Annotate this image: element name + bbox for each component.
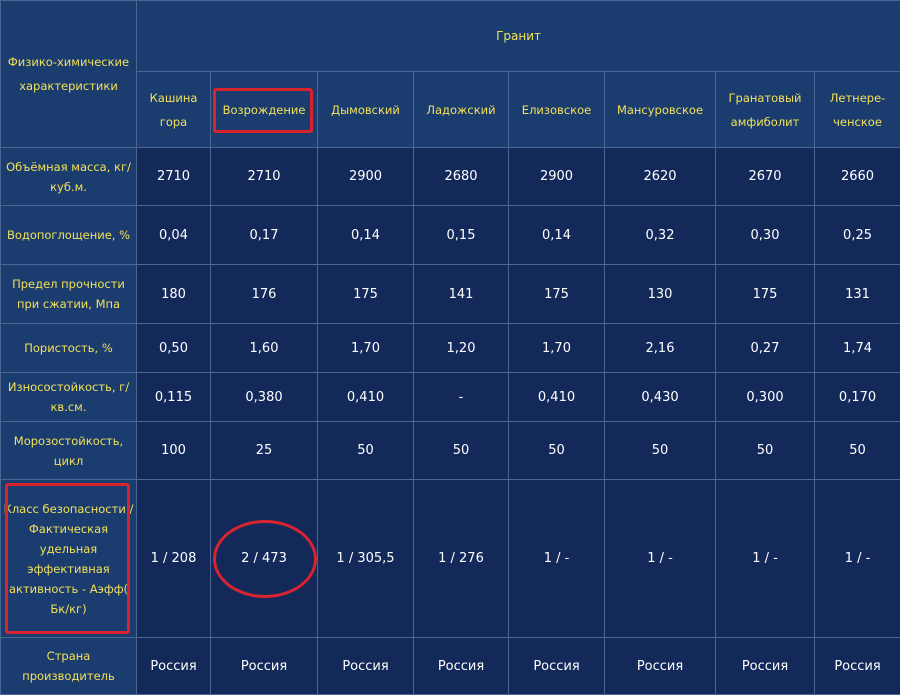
param-title-header: Физико-химические характеристики [0, 0, 137, 148]
table-cell: 2900 [508, 147, 605, 206]
table-cell: Россия [508, 637, 605, 695]
table-cell: 1 / - [508, 479, 605, 638]
table-cell: 2660 [813, 147, 900, 206]
table-cell: 50 [508, 421, 605, 480]
table-cell: Россия [413, 637, 509, 695]
table-cell: Россия [813, 637, 900, 695]
column-header: Дымовский [317, 71, 414, 148]
table-cell: 1 / - [604, 479, 716, 638]
table-cell: 175 [715, 264, 815, 324]
granite-group-header: Гранит [135, 0, 900, 72]
table-cell: 0,430 [604, 372, 716, 422]
table-cell: 50 [604, 421, 716, 480]
row-label: Морозостойкость, цикл [0, 421, 137, 480]
table-cell: 131 [813, 264, 900, 324]
table-cell: 2680 [413, 147, 509, 206]
table-cell: 1 / 208 [136, 479, 211, 638]
table-cell: 0,17 [210, 205, 318, 265]
table-cell: 1,70 [508, 323, 605, 373]
table-cell: 50 [317, 421, 414, 480]
highlight-box-vozrozhdenie [213, 88, 313, 133]
table-cell: - [413, 372, 509, 422]
table-cell: Россия [210, 637, 318, 695]
table-cell: 2900 [317, 147, 414, 206]
table-cell: 175 [317, 264, 414, 324]
page: Физико-химические характеристики Гранит … [0, 0, 900, 695]
column-header: Летнере-ченское [813, 71, 900, 148]
table-cell: 0,115 [136, 372, 211, 422]
row-label: Износостойкость, г/кв.см. [0, 372, 137, 422]
table-cell: 2,16 [604, 323, 716, 373]
table-cell: 0,410 [317, 372, 414, 422]
table-cell: 2670 [715, 147, 815, 206]
table-body: Объёмная масса, кг/куб.м. 2710 2710 2900 268… [0, 147, 900, 695]
table-cell: 50 [413, 421, 509, 480]
column-header: Мансуровское [604, 71, 716, 148]
table-cell: 0,380 [210, 372, 318, 422]
granite-properties-table: Физико-химические характеристики Гранит … [0, 0, 900, 695]
column-header: Елизовское [508, 71, 605, 148]
table-cell: 0,04 [136, 205, 211, 265]
column-header: Ладожский [413, 71, 509, 148]
table-row: Пористость, % 0,50 1,60 1,70 1,20 1,70 2,16 0,2… [0, 323, 900, 373]
table-cell: 175 [508, 264, 605, 324]
table-cell: 25 [210, 421, 318, 480]
table-cell: 0,50 [136, 323, 211, 373]
column-header: Гранатовый амфиболит [715, 71, 815, 148]
table-cell: 1,70 [317, 323, 414, 373]
table-row: Морозостойкость, цикл 100 25 50 50 50 50 50 50 [0, 421, 900, 480]
row-label: Пористость, % [0, 323, 137, 373]
table-cell: 0,32 [604, 205, 716, 265]
highlight-ellipse-value [213, 520, 317, 598]
table-cell: 1 / 276 [413, 479, 509, 638]
row-label: Водопоглощение, % [0, 205, 137, 265]
table-cell: 1 / - [813, 479, 900, 638]
table-cell: 2710 [136, 147, 211, 206]
table-row: Предел прочности при сжатии, Мпа 180 176 17… [0, 264, 900, 324]
table-cell: 0,14 [508, 205, 605, 265]
column-header: Кашина гора [136, 71, 211, 148]
table-cell: 50 [715, 421, 815, 480]
table-cell: 2710 [210, 147, 318, 206]
table-cell: 1,74 [813, 323, 900, 373]
table-cell: 1,60 [210, 323, 318, 373]
row-label: Страна производитель [0, 637, 137, 695]
table-cell: 141 [413, 264, 509, 324]
table-cell: 1,20 [413, 323, 509, 373]
table-cell: Россия [317, 637, 414, 695]
table-cell: 0,27 [715, 323, 815, 373]
table-cell: 100 [136, 421, 211, 480]
table-cell: 130 [604, 264, 716, 324]
table-cell: 0,300 [715, 372, 815, 422]
table-cell: 0,25 [813, 205, 900, 265]
header-row-top: Физико-химические характеристики Гранит [0, 0, 900, 148]
table-row: Износостойкость, г/кв.см. 0,115 0,380 0,410… [0, 372, 900, 422]
table-cell: 0,15 [413, 205, 509, 265]
table-cell: Россия [136, 637, 211, 695]
table-cell: 1 / 305,5 [317, 479, 414, 638]
table-cell: Россия [715, 637, 815, 695]
table-cell: 0,14 [317, 205, 414, 265]
table-cell: 0,30 [715, 205, 815, 265]
table-cell: 50 [813, 421, 900, 480]
table-cell: Россия [604, 637, 716, 695]
table-cell: 2620 [604, 147, 716, 206]
table-cell: 180 [136, 264, 211, 324]
highlight-box-safety-class [5, 483, 130, 634]
table-cell: 176 [210, 264, 318, 324]
table-row: Страна производитель Россия Россия Россия Ро… [0, 637, 900, 695]
table-row: Объёмная масса, кг/куб.м. 2710 2710 2900 268… [0, 147, 900, 206]
table-cell: 0,170 [813, 372, 900, 422]
row-label: Объёмная масса, кг/куб.м. [0, 147, 137, 206]
table-cell: 1 / - [715, 479, 815, 638]
table-row: Класс безопасности / Фактическая удельна… [0, 479, 900, 638]
row-label: Предел прочности при сжатии, Мпа [0, 264, 137, 324]
table-cell: 0,410 [508, 372, 605, 422]
table-row: Водопоглощение, % 0,04 0,17 0,14 0,15 0,14 0,3… [0, 205, 900, 265]
